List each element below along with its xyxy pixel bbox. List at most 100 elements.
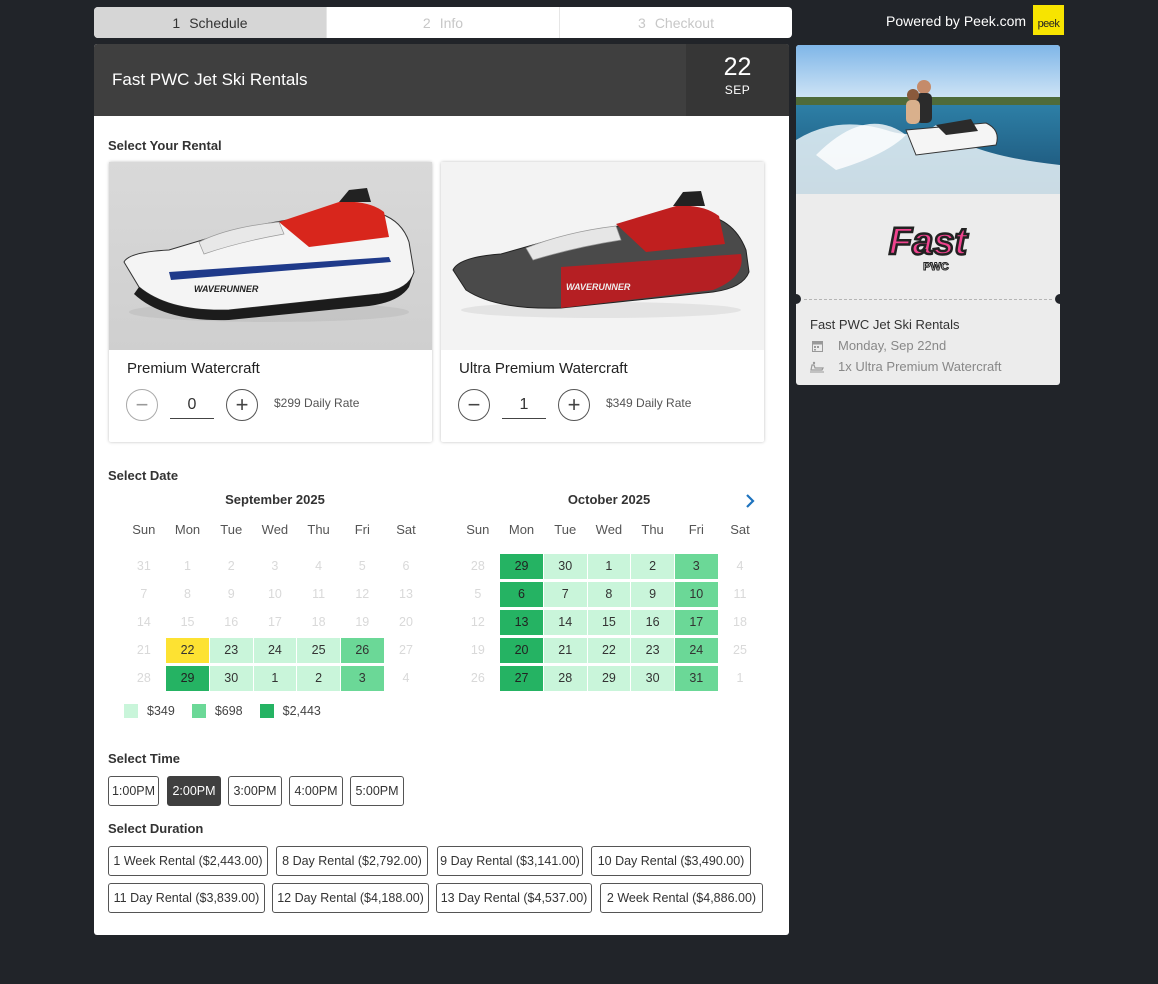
select-time-label: Select Time (108, 751, 181, 766)
calendar-day[interactable]: 23 (631, 637, 674, 663)
time-option-selected[interactable]: 2:00PM (167, 776, 221, 806)
calendar-day[interactable]: 6 (500, 581, 543, 607)
time-option[interactable]: 1:00PM (108, 776, 159, 806)
fast-pwc-logo: Fast PWC (796, 194, 1060, 299)
calendar-day: 11 (733, 587, 747, 601)
duration-option[interactable]: 12 Day Rental ($4,188.00) (272, 883, 429, 913)
quantity-stepper: − + $299 Daily Rate (126, 389, 426, 421)
time-option[interactable]: 4:00PM (289, 776, 343, 806)
calendar-day[interactable]: 30 (209, 665, 253, 691)
calendar-day[interactable]: 30 (543, 553, 587, 579)
calendar-day[interactable]: 15 (587, 609, 631, 635)
rental-name: Premium Watercraft (127, 360, 260, 377)
calendar-day[interactable]: 26 (340, 637, 384, 663)
calendar-day[interactable]: 22 (587, 637, 631, 663)
minus-icon: − (135, 392, 149, 417)
quantity-stepper: − + $349 Daily Rate (458, 389, 758, 421)
calendar-day[interactable]: 14 (543, 609, 587, 635)
duration-option[interactable]: 13 Day Rental ($4,537.00) (436, 883, 592, 913)
calendar-day[interactable]: 29 (587, 665, 631, 691)
calendar-day[interactable]: 25 (297, 637, 340, 663)
calendar-day[interactable]: 2 (631, 553, 674, 579)
weekday-header: Sun (132, 522, 156, 537)
calendar-day[interactable]: 29 (166, 665, 209, 691)
calendar-day[interactable]: 10 (674, 581, 718, 607)
calendar-day: 19 (355, 615, 370, 629)
calendar-day: 25 (733, 643, 747, 657)
calendar-day[interactable]: 1 (587, 553, 631, 579)
calendar-day[interactable]: 16 (631, 609, 674, 635)
calendar-day: 4 (315, 559, 323, 573)
calendar-day[interactable]: 29 (500, 553, 543, 579)
calendar-day: 1 (736, 671, 744, 685)
duration-option[interactable]: 10 Day Rental ($3,490.00) (591, 846, 751, 876)
calendar-day[interactable]: 27 (500, 665, 543, 691)
weekday-header: Mon (174, 522, 201, 537)
panel-header: Fast PWC Jet Ski Rentals 22 SEP (94, 44, 789, 116)
legend-item: $349 (124, 704, 175, 718)
quantity-input[interactable] (502, 391, 546, 419)
calendar-october: October 2025 Sun Mon Tue Wed Thu Fri Sat 28 29 30… (456, 492, 762, 692)
duration-option[interactable]: 2 Week Rental ($4,886.00) (600, 883, 763, 913)
calendar-day[interactable]: 13 (500, 609, 543, 635)
calendar-day[interactable]: 28 (543, 665, 587, 691)
weekday-header: Thu (641, 522, 664, 537)
step-schedule[interactable]: 1 Schedule (94, 7, 327, 38)
calendar-day[interactable]: 21 (543, 637, 587, 663)
ticket-divider (804, 299, 1052, 300)
calendar-day: 5 (474, 587, 482, 601)
calendar-grid: Sun Mon Tue Wed Thu Fri Sat 28 29 30 1 2 3 4 5 6 7 8 9 10 11… (456, 522, 762, 692)
peek-logo[interactable]: peek (1033, 5, 1064, 35)
powered-by-link[interactable]: Powered by Peek.com (886, 13, 1026, 29)
step-number: 2 (422, 14, 431, 31)
calendar-day[interactable]: 31 (674, 665, 718, 691)
quantity-input[interactable] (170, 391, 214, 419)
duration-option[interactable]: 11 Day Rental ($3,839.00) (108, 883, 265, 913)
time-option[interactable]: 3:00PM (228, 776, 282, 806)
step-info[interactable]: 2 Info (327, 7, 560, 38)
rental-name: Ultra Premium Watercraft (459, 360, 628, 377)
duration-option[interactable]: 9 Day Rental ($3,141.00) (437, 846, 583, 876)
calendar-day[interactable]: 3 (340, 665, 384, 691)
calendar-day: 14 (136, 615, 151, 629)
calendar-september: September 2025 Sun Mon Tue Wed Thu Fri Sat 31 1 2… (122, 492, 428, 692)
duration-option[interactable]: 8 Day Rental ($2,792.00) (276, 846, 428, 876)
select-rental-label: Select Your Rental (108, 138, 222, 153)
daily-rate: $349 Daily Rate (606, 396, 692, 410)
calendar-day: 16 (224, 615, 239, 629)
calendar-day: 12 (355, 587, 370, 601)
calendar-day[interactable]: 24 (674, 637, 718, 663)
calendar-day[interactable]: 17 (674, 609, 718, 635)
logo-text: Fast (889, 221, 968, 263)
legend-price: $2,443 (282, 704, 321, 718)
time-option[interactable]: 5:00PM (350, 776, 404, 806)
rental-card-premium: WAVERUNNER Premium Watercraft − + $299 D… (109, 162, 432, 442)
calendar-day[interactable]: 3 (674, 553, 718, 579)
calendar-day[interactable]: 24 (253, 637, 297, 663)
calendar-day: 19 (470, 643, 485, 657)
weekday-header: Wed (261, 522, 289, 537)
calendar-day-selected[interactable]: 22 (166, 637, 209, 663)
calendar-day[interactable]: 20 (500, 637, 543, 663)
calendar-day[interactable]: 8 (587, 581, 631, 607)
legend-swatch (191, 704, 206, 718)
increase-quantity-button[interactable]: + (558, 389, 590, 421)
duration-option[interactable]: 1 Week Rental ($2,443.00) (108, 846, 268, 876)
calendar-day[interactable]: 1 (253, 665, 297, 691)
calendar-day[interactable]: 30 (631, 665, 674, 691)
legend-swatch (259, 704, 274, 718)
calendar-day[interactable]: 7 (543, 581, 587, 607)
select-duration-label: Select Duration (108, 821, 204, 836)
calendar-day: 13 (399, 587, 413, 601)
summary-date: Monday, Sep 22nd (838, 338, 947, 353)
calendar-day[interactable]: 9 (631, 581, 674, 607)
calendar-day[interactable]: 23 (209, 637, 253, 663)
calendar-day[interactable]: 2 (297, 665, 340, 691)
date-month: SEP (724, 83, 751, 97)
decrease-quantity-button[interactable]: − (458, 389, 490, 421)
daily-rate: $299 Daily Rate (274, 396, 360, 410)
increase-quantity-button[interactable]: + (226, 389, 258, 421)
decrease-quantity-button[interactable]: − (126, 389, 158, 421)
next-month-button[interactable] (744, 493, 756, 513)
step-checkout[interactable]: 3 Checkout (560, 7, 792, 38)
